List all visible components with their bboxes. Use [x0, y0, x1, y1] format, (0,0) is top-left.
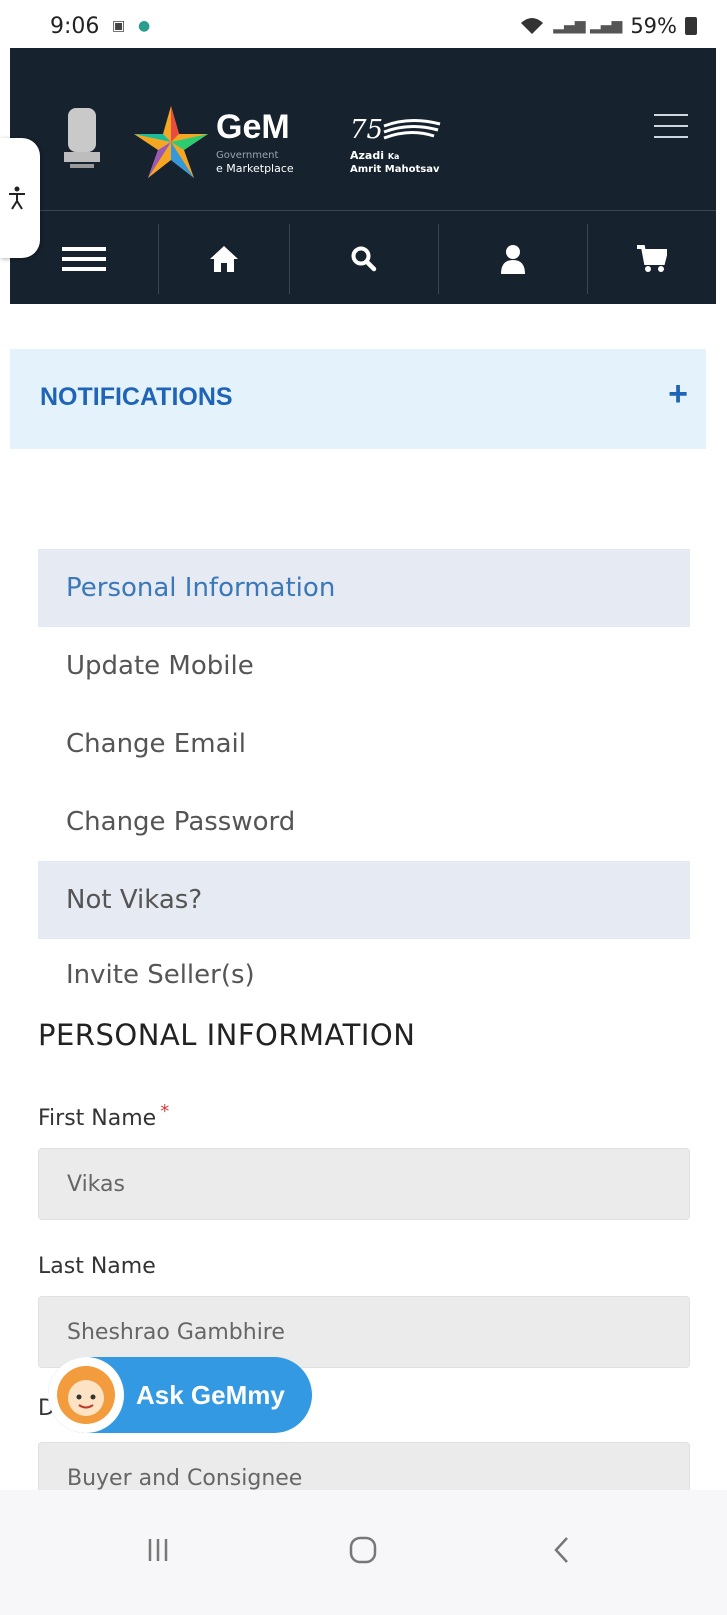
app-notification-icon: ●: [138, 18, 151, 34]
menu-item-personal-information[interactable]: Personal Information: [38, 549, 690, 627]
azadi-line-3: Amrit Mahotsav: [350, 164, 440, 175]
ask-gemmy-button[interactable]: Ask GeMmy: [48, 1357, 312, 1433]
battery-percent: 59%: [630, 14, 677, 38]
accessibility-button[interactable]: [0, 138, 40, 258]
recent-apps-icon[interactable]: [128, 1520, 188, 1580]
first-name-label: First Name *: [38, 1101, 169, 1131]
header-divider: [10, 210, 716, 211]
status-time: 9:06: [50, 14, 100, 39]
search-icon[interactable]: [290, 224, 438, 294]
brand-subtitle-1: Government: [216, 150, 279, 161]
azadi-text: Azadi Ka Amrit Mahotsav: [350, 150, 439, 176]
expand-plus-icon[interactable]: +: [668, 375, 688, 414]
header-brand-row: GeM Government e Marketplace 75 Azadi Ka…: [10, 48, 716, 210]
brand-title[interactable]: GeM: [216, 108, 290, 147]
header-menu-icon[interactable]: [654, 114, 688, 138]
first-name-label-text: First Name: [38, 1106, 157, 1131]
last-name-label: Last Name: [38, 1254, 156, 1279]
cart-icon[interactable]: [588, 224, 716, 294]
battery-icon: [685, 17, 697, 35]
menu-item-update-mobile[interactable]: Update Mobile: [38, 627, 690, 705]
menu-item-invite-sellers[interactable]: Invite Seller(s): [38, 939, 690, 1011]
home-button-icon[interactable]: [333, 1520, 393, 1580]
signal-icon: ▂▄▆ ▂▄▆: [553, 18, 623, 34]
ask-gemmy-label: Ask GeMmy: [136, 1379, 285, 1410]
android-nav-bar: [0, 1490, 727, 1615]
menu-item-not-user[interactable]: Not Vikas?: [38, 861, 690, 939]
svg-text:75: 75: [350, 115, 383, 145]
national-emblem-icon[interactable]: [60, 106, 104, 176]
gemmy-avatar-icon: [48, 1357, 124, 1433]
back-icon[interactable]: [532, 1520, 592, 1580]
status-bar: 9:06 ▣ ● ▂▄▆ ▂▄▆ 59%: [0, 0, 727, 48]
wifi-icon: [521, 18, 544, 34]
header-nav-bar: [10, 224, 716, 304]
site-header: GeM Government e Marketplace 75 Azadi Ka…: [10, 48, 716, 304]
required-marker: *: [160, 1101, 170, 1122]
home-icon[interactable]: [159, 224, 289, 294]
brand-subtitle-2: e Marketplace: [216, 162, 294, 175]
first-name-field[interactable]: Vikas: [38, 1148, 690, 1220]
azadi-line-1: Azadi: [350, 149, 384, 162]
notification-icon: ▣: [112, 18, 126, 34]
menu-item-change-password[interactable]: Change Password: [38, 783, 690, 861]
menu-item-change-email[interactable]: Change Email: [38, 705, 690, 783]
notifications-title: NOTIFICATIONS: [40, 383, 233, 411]
status-right-icons: ▂▄▆ ▂▄▆ 59%: [519, 14, 697, 38]
gem-star-logo-icon[interactable]: [132, 104, 210, 180]
user-icon[interactable]: [439, 224, 587, 294]
accessibility-icon: [9, 186, 25, 210]
account-menu: Personal Information Update Mobile Chang…: [38, 549, 690, 1011]
notifications-panel[interactable]: NOTIFICATIONS +: [10, 349, 706, 449]
section-title: PERSONAL INFORMATION: [38, 1018, 416, 1052]
azadi-line-2: Ka: [387, 152, 400, 161]
